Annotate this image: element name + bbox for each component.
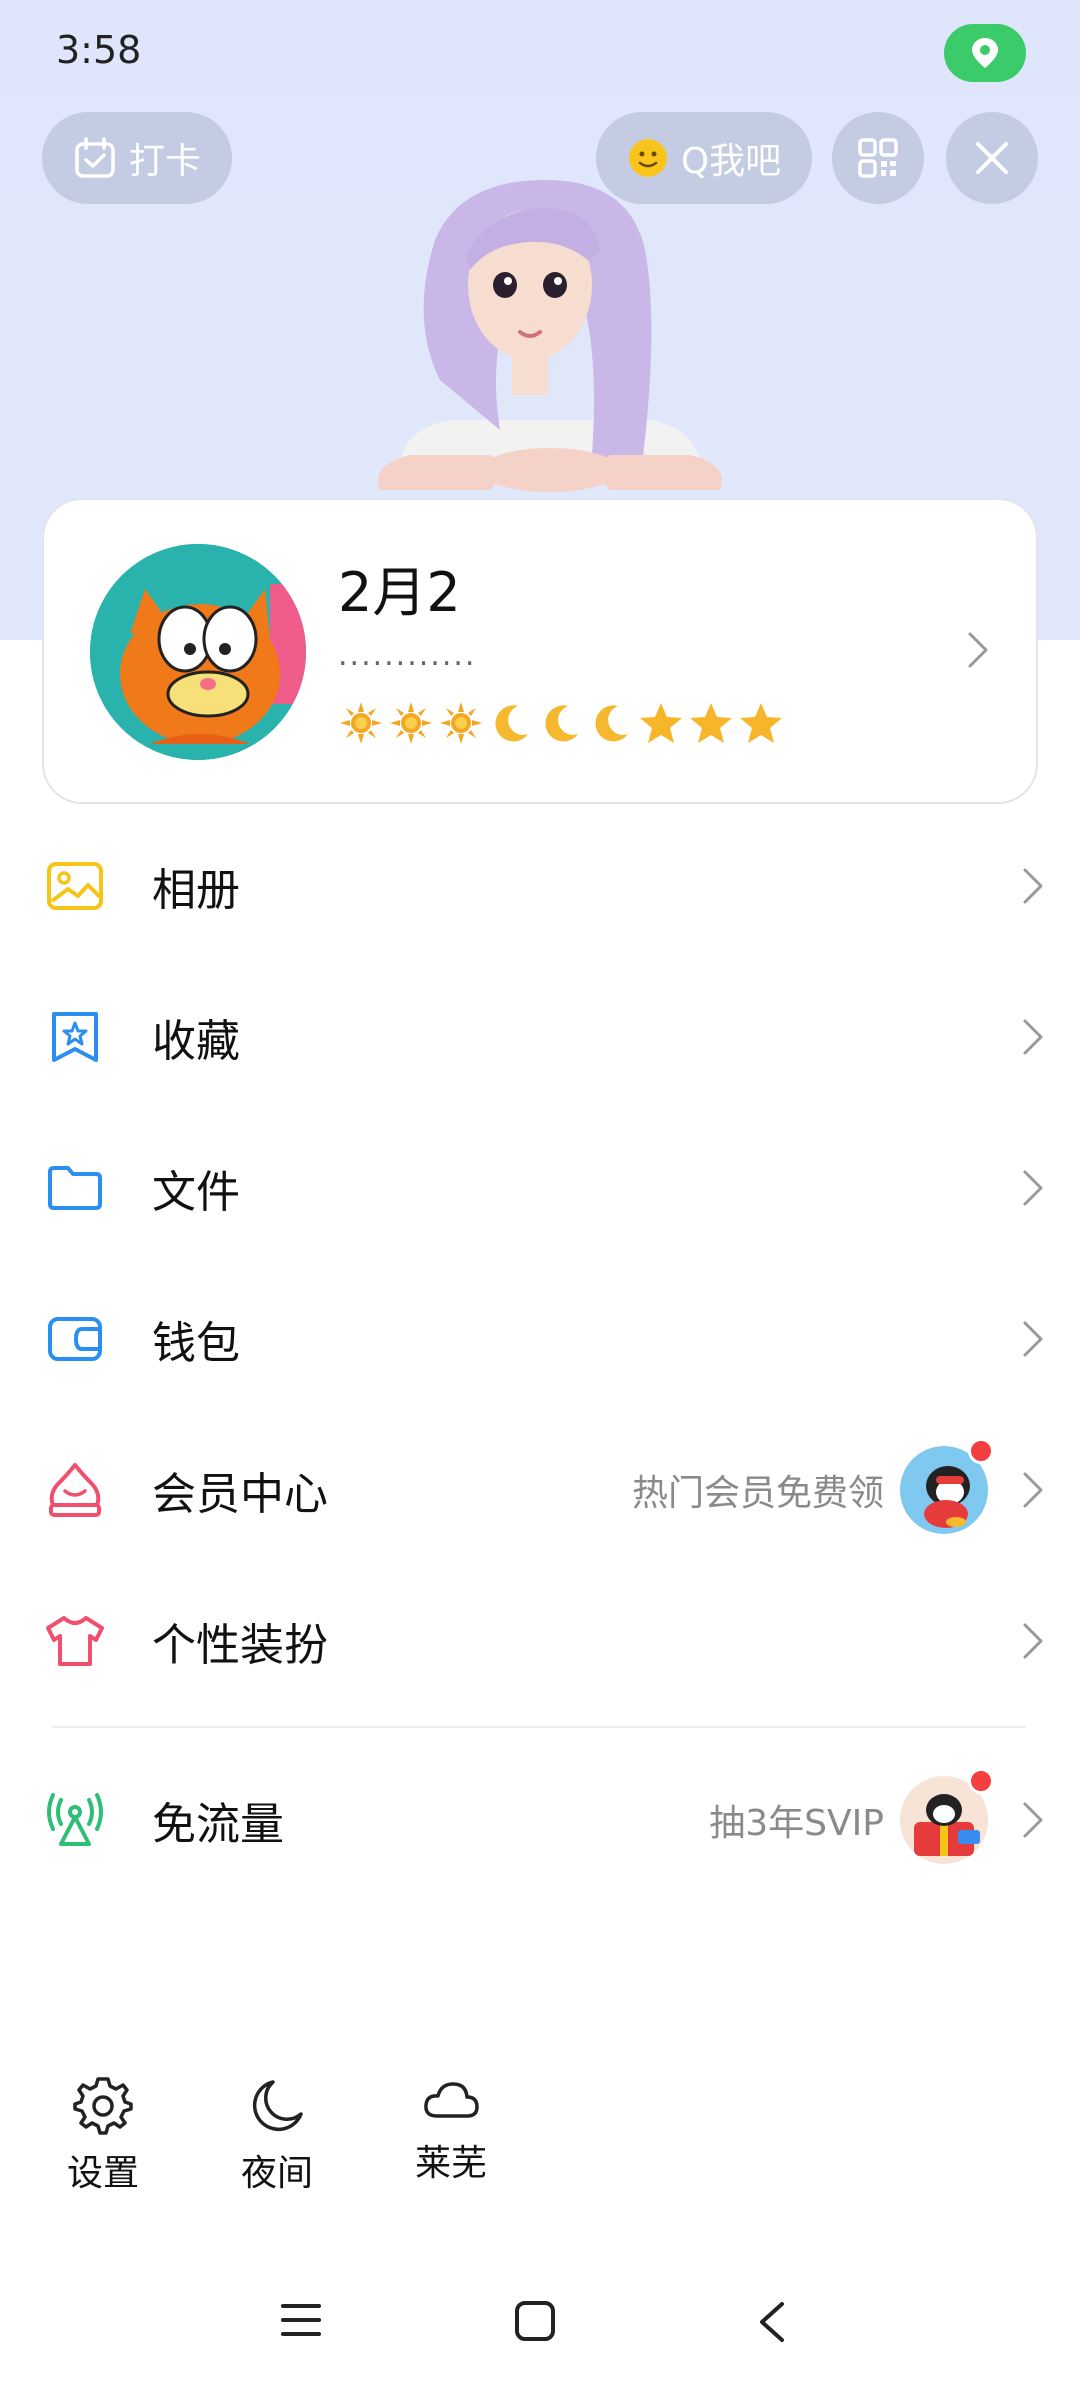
weather-label: 莱芜 [414, 2143, 487, 2184]
menu-item-album[interactable]: 相册 [0, 810, 1080, 961]
menu-label: 钱包 [152, 1317, 240, 1369]
menu-item-wallet[interactable]: 钱包 [0, 1263, 1080, 1414]
profile-signature: ............ [338, 638, 477, 673]
notification-dot [968, 1767, 994, 1794]
tshirt-icon [44, 1610, 106, 1672]
moon-icon [488, 700, 534, 746]
night-mode-button[interactable]: 夜间 [207, 2076, 347, 2196]
moon-icon [588, 700, 634, 746]
close-icon [976, 142, 1008, 174]
notification-dot [968, 1437, 994, 1464]
avatar[interactable] [90, 544, 306, 760]
qq-level-badges[interactable] [338, 700, 784, 746]
qr-code-button[interactable] [832, 112, 924, 204]
sun-icon [438, 700, 484, 746]
weather-button[interactable]: 莱芜 [381, 2076, 521, 2186]
avatar-character-image[interactable] [340, 170, 760, 500]
favorites-icon [44, 1006, 106, 1068]
data-free-icon [44, 1789, 106, 1851]
menu-label: 文件 [152, 1166, 240, 1218]
checkin-button[interactable]: 打卡 [42, 112, 232, 204]
cloud-icon [424, 2082, 479, 2118]
vip-icon [44, 1459, 106, 1521]
menu-label: 收藏 [152, 1015, 240, 1067]
star-icon [688, 700, 734, 746]
calendar-check-icon [75, 137, 115, 178]
menu-item-data-free[interactable]: 免流量 抽3年SVIP [0, 1744, 1080, 1895]
checkin-label: 打卡 [128, 141, 201, 182]
chevron-right-icon [1023, 868, 1043, 903]
garfield-avatar-image [90, 544, 306, 760]
wallet-icon [44, 1308, 106, 1370]
vip-promo-thumbnail [900, 1437, 994, 1534]
night-mode-label: 夜间 [240, 2153, 313, 2194]
menu-label: 相册 [152, 864, 240, 916]
album-icon [44, 855, 106, 917]
menu-label: 个性装扮 [152, 1619, 328, 1671]
system-navbar [0, 2280, 1080, 2380]
sun-icon [388, 700, 434, 746]
star-icon [638, 700, 684, 746]
data-free-promo-text: 抽3年SVIP [709, 1802, 884, 1844]
chevron-right-icon [1023, 1019, 1043, 1054]
chevron-right-icon [1023, 1472, 1043, 1507]
status-time: 3:58 [56, 28, 142, 72]
vip-promo-text: 热门会员免费领 [631, 1472, 884, 1514]
chevron-right-icon [1023, 1170, 1043, 1205]
menu-item-favorites[interactable]: 收藏 [0, 961, 1080, 1112]
location-indicator[interactable] [944, 24, 1026, 82]
moon-icon [252, 2080, 303, 2132]
menu-label: 免流量 [152, 1798, 284, 1850]
back-icon[interactable] [756, 2300, 786, 2344]
chevron-right-icon [1023, 1802, 1043, 1837]
profile-name: 2月2 [338, 561, 461, 624]
profile-card[interactable]: 2月2 ............ [42, 498, 1038, 804]
gear-icon [73, 2077, 133, 2135]
location-pin-icon [972, 38, 998, 68]
star-icon [738, 700, 784, 746]
data-free-promo-thumbnail [900, 1767, 994, 1864]
menu-list: 相册 收藏 文件 钱包 会员中心 热门会员免费领 个性装扮 [0, 810, 1080, 1716]
chevron-right-icon [1023, 1623, 1043, 1658]
menu-item-personalization[interactable]: 个性装扮 [0, 1565, 1080, 1716]
close-button[interactable] [946, 112, 1038, 204]
section-divider [52, 1726, 1026, 1728]
menu-icon[interactable] [280, 2300, 322, 2340]
home-icon[interactable] [514, 2300, 556, 2342]
bottom-tools: 设置 夜间 莱芜 [0, 2076, 600, 2196]
menu-item-files[interactable]: 文件 [0, 1112, 1080, 1263]
menu-list-secondary: 免流量 抽3年SVIP [0, 1744, 1080, 1895]
settings-button[interactable]: 设置 [33, 2076, 173, 2196]
sun-icon [338, 700, 384, 746]
menu-item-vip-center[interactable]: 会员中心 热门会员免费领 [0, 1414, 1080, 1565]
menu-label: 会员中心 [152, 1468, 328, 1520]
folder-icon [44, 1157, 106, 1219]
qr-code-icon [858, 138, 898, 178]
chevron-right-icon [1023, 1321, 1043, 1356]
settings-label: 设置 [66, 2153, 139, 2194]
moon-icon [538, 700, 584, 746]
chevron-right-icon [968, 632, 988, 668]
